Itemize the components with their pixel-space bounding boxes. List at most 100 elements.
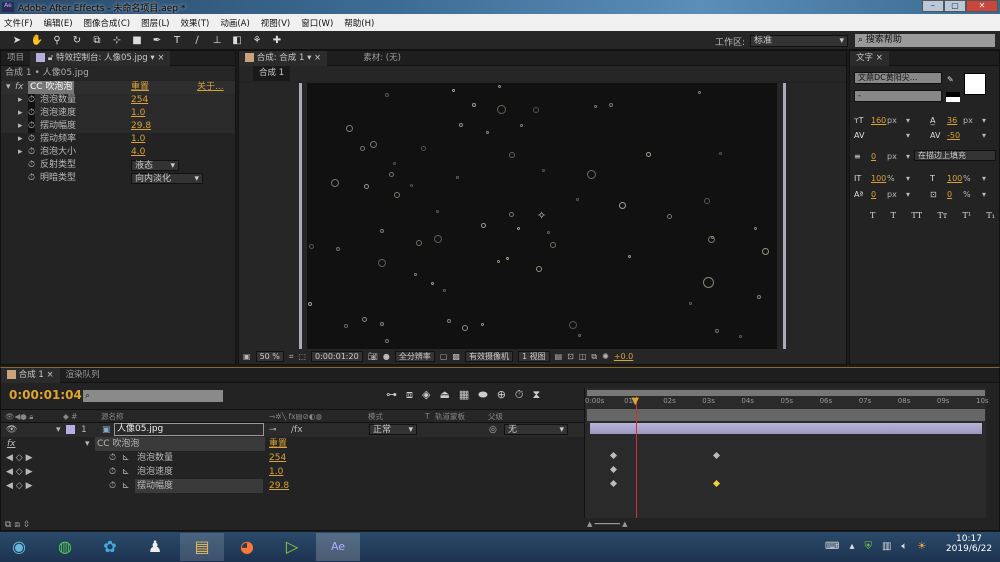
fill-color-swatch[interactable] xyxy=(964,73,986,95)
toggle-pixel-icon[interactable]: ▤ xyxy=(555,352,563,361)
property-value[interactable]: 29.8 xyxy=(269,479,289,493)
composition-canvas[interactable]: ✧ xyxy=(307,83,777,349)
stopwatch-icon[interactable]: ⏱ xyxy=(28,159,35,172)
keyframe[interactable] xyxy=(609,479,617,488)
pen-icon[interactable]: ✒ xyxy=(150,34,164,47)
roto-brush-icon[interactable]: ⚘ xyxy=(250,34,264,47)
grid-icon[interactable]: ⌗ xyxy=(289,352,294,362)
param-value[interactable]: 4.0 xyxy=(131,146,145,159)
chevron-down-icon[interactable]: ▾ xyxy=(906,116,910,125)
keyframe[interactable] xyxy=(609,465,617,474)
live-update-icon[interactable]: ⧈ xyxy=(406,388,413,402)
property-value[interactable]: 254 xyxy=(269,451,286,465)
stopwatch-icon[interactable]: ⏱ xyxy=(28,133,35,146)
header-track-matte[interactable]: 轨道蒙板 xyxy=(435,410,465,423)
comp-mini-flowchart-icon[interactable]: ⊶ xyxy=(386,388,397,402)
chevron-down-icon[interactable]: ▾ xyxy=(982,116,986,125)
twirl-closed-icon[interactable]: ▸ xyxy=(18,120,23,133)
menu-window[interactable]: 窗口(W) xyxy=(301,17,333,29)
horizontal-scale-value[interactable]: 100 xyxy=(947,174,962,183)
shy-switch-icon[interactable]: ⊸ xyxy=(269,423,277,437)
hand-icon[interactable]: ✋ xyxy=(30,34,44,47)
anchor-crosshair-icon[interactable]: ✧ xyxy=(537,209,546,222)
chevron-down-icon[interactable]: ▾ xyxy=(982,190,986,199)
tab-character[interactable]: 文字 × xyxy=(850,50,889,66)
stopwatch-icon[interactable]: ⏱ xyxy=(28,120,36,133)
resolution-select[interactable]: 全分辨率 xyxy=(394,351,435,362)
chevron-down-icon[interactable]: ▾ xyxy=(906,190,910,199)
layer-duration-bar[interactable] xyxy=(590,423,982,434)
zoom-slider[interactable]: ▲ ━━━━━━ ▲ xyxy=(587,520,667,528)
tab-effect-controls[interactable]: 🔓︎ 特效控制台: 人像05.jpg ▾ × xyxy=(30,50,171,66)
tracking-value[interactable]: -50 xyxy=(947,131,960,140)
layer-label-color[interactable] xyxy=(66,425,75,434)
start-orb-icon[interactable]: ◉ xyxy=(0,533,38,561)
draft-3d-icon[interactable]: ◈ xyxy=(422,388,430,402)
frame-blending-icon[interactable]: ▦ xyxy=(459,388,469,402)
baseline-shift-value[interactable]: 0 xyxy=(871,190,876,199)
camera-select[interactable]: 有效摄像机 xyxy=(464,351,513,362)
font-style-select[interactable]: - xyxy=(854,90,942,102)
menu-view[interactable]: 视图(V) xyxy=(261,17,290,29)
current-timecode[interactable]: 0:00:01:04 xyxy=(9,388,82,402)
color-channel-icon[interactable]: ● xyxy=(383,352,390,361)
tsume-value[interactable]: 0 xyxy=(947,190,952,199)
param-value[interactable]: 254 xyxy=(131,94,148,107)
menu-file[interactable]: 文件(F) xyxy=(4,17,33,29)
layer-search-input[interactable]: ⌕ xyxy=(83,390,223,402)
file-explorer-icon[interactable]: ▤ xyxy=(180,533,224,561)
tray-expand-icon[interactable]: ▴ xyxy=(849,541,854,552)
stopwatch-icon[interactable]: ⏱ xyxy=(28,107,36,120)
tab-composition[interactable]: 合成: 合成 1 ▾ × xyxy=(239,50,328,66)
fx-icon[interactable]: fx xyxy=(7,437,16,451)
fast-preview-icon[interactable]: ⊡ xyxy=(567,352,574,361)
keyframe[interactable] xyxy=(609,451,617,460)
rectangle-icon[interactable]: ■ xyxy=(130,34,144,47)
twirl-open-icon[interactable]: ▾ xyxy=(6,81,11,94)
pan-behind-icon[interactable]: ⊹ xyxy=(110,34,124,47)
zoom-icon[interactable]: ⚲ xyxy=(50,34,64,47)
stopwatch-icon[interactable]: ⏱ xyxy=(28,94,36,107)
exposure-icon[interactable]: ✺ xyxy=(602,352,609,361)
header-source-name[interactable]: 源名称 xyxy=(101,410,124,423)
twirl-closed-icon[interactable]: ▸ xyxy=(18,133,23,146)
chevron-down-icon[interactable]: ▾ xyxy=(906,131,910,140)
clone-stamp-icon[interactable]: ⊥ xyxy=(210,34,224,47)
stopwatch-icon[interactable]: ⏱ xyxy=(28,146,35,159)
effect-name[interactable]: CC 吹泡泡 xyxy=(95,437,265,451)
close-button[interactable]: ✕ xyxy=(966,0,998,12)
param-dropdown[interactable]: 向内淡化 ▾ xyxy=(131,173,203,184)
view-layout-select[interactable]: 1 视图 xyxy=(517,351,550,362)
maximize-button[interactable]: ▢ xyxy=(944,0,966,12)
keyframe[interactable] xyxy=(713,451,721,460)
rotate-icon[interactable]: ↻ xyxy=(70,34,84,47)
keyframe-navigator[interactable]: ◀ ◇ ▶ xyxy=(6,451,33,465)
graph-editor-icon[interactable]: ⧗ xyxy=(533,388,541,402)
safe-area-icon[interactable]: ▣ xyxy=(243,352,251,361)
firefox-icon[interactable]: ◕ xyxy=(225,533,269,561)
selection-icon[interactable]: ➤ xyxy=(10,34,24,47)
clock[interactable]: 10:17 2019/6/22 xyxy=(940,534,998,554)
twirl-closed-icon[interactable]: ▸ xyxy=(18,94,23,107)
blend-mode-select[interactable]: 正常 ▾ xyxy=(369,424,417,435)
after-effects-icon[interactable]: Ae xyxy=(316,533,360,561)
current-time-indicator[interactable] xyxy=(636,396,638,518)
timeline-icon[interactable]: ◫ xyxy=(579,352,587,361)
property-name[interactable]: 摆动幅度 xyxy=(135,479,263,493)
tab-render-queue[interactable]: 渲染队列 xyxy=(60,368,106,383)
expand-switches-icon[interactable]: ⧉ xyxy=(5,520,11,530)
stroke-mode-select[interactable]: 在描边上填充 xyxy=(914,150,996,161)
volume-icon[interactable]: 🔈︎ xyxy=(901,541,907,552)
font-family-select[interactable]: 文鼎DC黄阳尖... xyxy=(854,72,942,84)
keyboard-icon[interactable]: ⌨ xyxy=(825,541,839,552)
keyframe-navigator[interactable]: ◀ ◇ ▶ xyxy=(6,479,33,493)
layer-name[interactable]: 人像05.jpg xyxy=(114,423,264,436)
hide-shy-icon[interactable]: ⏏ xyxy=(439,388,449,402)
work-area-bar[interactable] xyxy=(587,409,985,421)
security-shield-icon[interactable]: ⛨ xyxy=(864,541,872,552)
menu-edit[interactable]: 编辑(E) xyxy=(44,17,73,29)
media-app-icon[interactable]: ▷ xyxy=(270,533,314,561)
stopwatch-icon[interactable]: ⏱ xyxy=(109,479,116,493)
menu-layer[interactable]: 图层(L) xyxy=(141,17,169,29)
property-value[interactable]: 1.0 xyxy=(269,465,283,479)
